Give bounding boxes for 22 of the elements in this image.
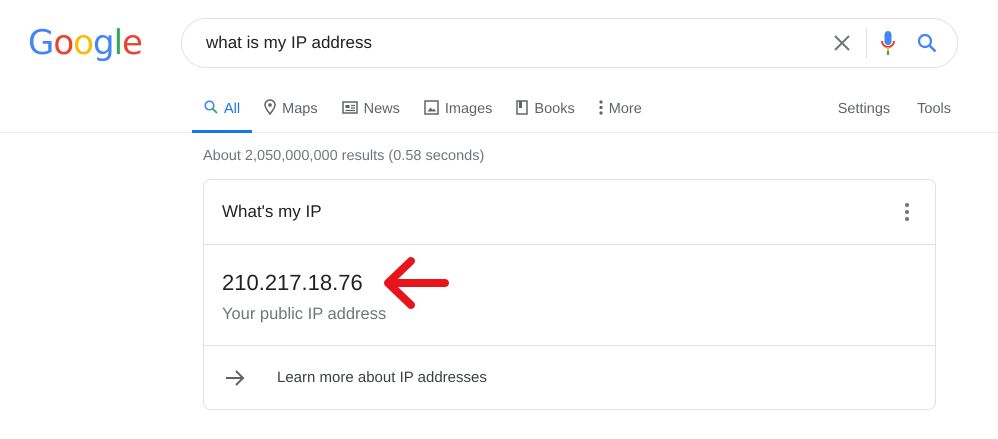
more-icon[interactable] xyxy=(905,203,909,221)
tab[interactable]: News xyxy=(330,88,412,133)
search-icon[interactable] xyxy=(917,33,937,53)
learn-more-link[interactable]: Learn more about IP addresses xyxy=(277,369,487,386)
tab[interactable]: Books xyxy=(504,88,587,133)
ip-caption: Your public IP address xyxy=(222,305,386,324)
ip-address: 210.217.18.76 xyxy=(222,270,363,296)
search-bar[interactable]: what is my IP address xyxy=(181,18,958,68)
toolbar-link[interactable]: Tools xyxy=(917,88,951,132)
card-title: What's my IP xyxy=(222,202,322,222)
tab[interactable]: Maps xyxy=(252,88,330,133)
arrow-icon xyxy=(225,370,245,386)
logo[interactable]: Google xyxy=(28,23,181,63)
tab[interactable]: More xyxy=(586,88,654,133)
tab[interactable]: All xyxy=(192,88,252,133)
close-icon[interactable] xyxy=(834,35,850,51)
result-stats: About 2,050,000,000 results (0.58 seconds) xyxy=(203,148,486,164)
microphone-icon[interactable] xyxy=(881,31,895,55)
search-field[interactable]: what is my IP address xyxy=(204,32,834,54)
tab[interactable]: Images xyxy=(412,88,504,133)
toolbar-link[interactable]: Settings xyxy=(838,88,890,132)
arrow-annotation xyxy=(382,257,449,309)
